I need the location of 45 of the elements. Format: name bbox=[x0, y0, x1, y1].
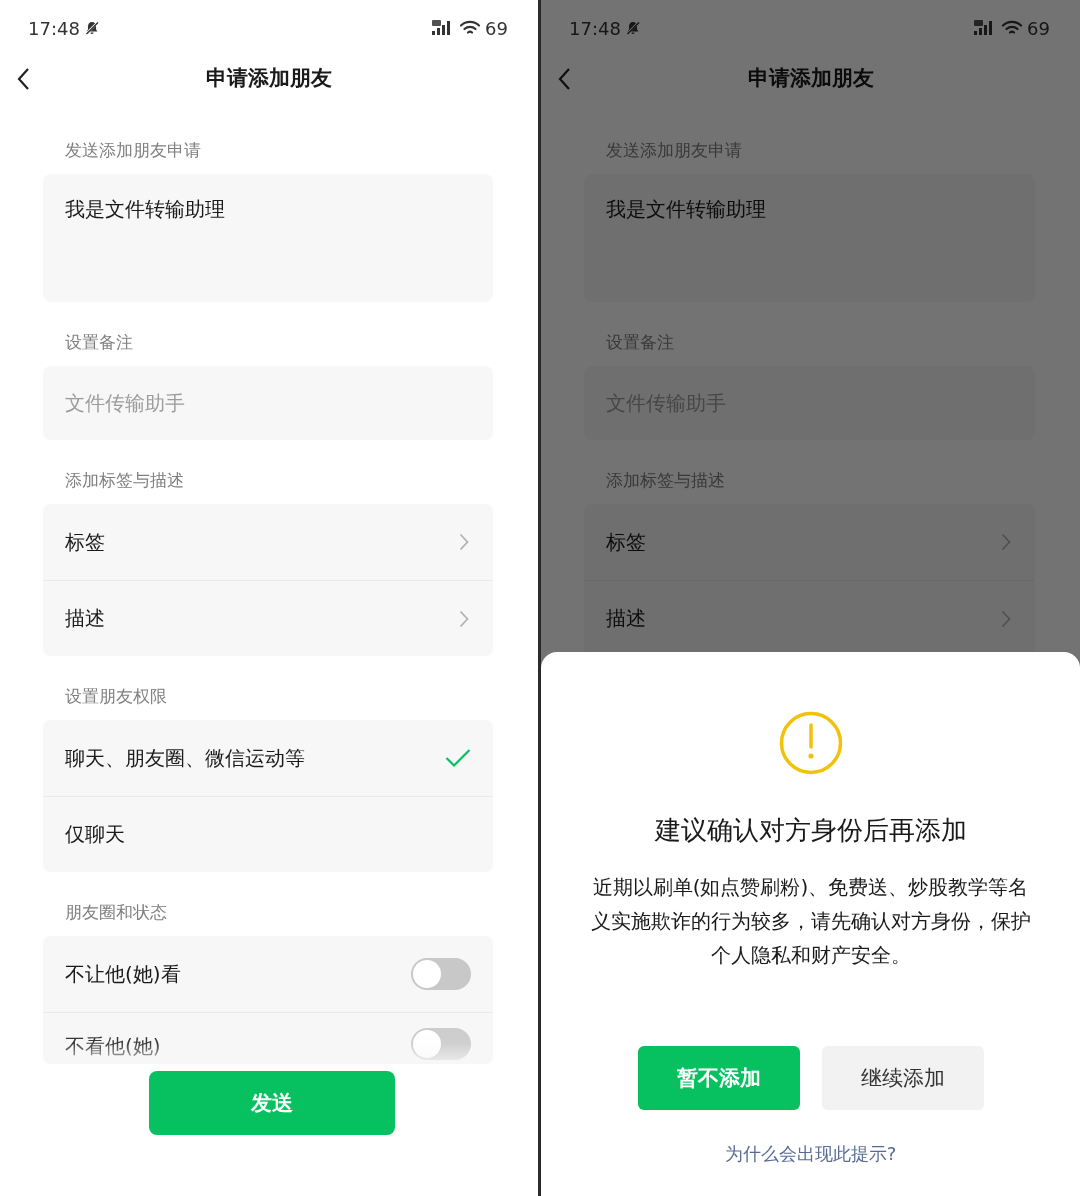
help-link[interactable]: 为什么会出现此提示? bbox=[724, 1142, 897, 1166]
section-heading: 添加标签与描述 bbox=[65, 469, 185, 492]
settings-row[interactable]: 仅聊天 bbox=[43, 796, 493, 872]
status-time: 17:48 bbox=[569, 17, 621, 39]
page-title: 申请添加朋友 bbox=[206, 65, 332, 92]
section-heading: 设置朋友权限 bbox=[65, 685, 168, 708]
row-label: 描述 bbox=[606, 605, 646, 632]
section-heading: 设置备注 bbox=[606, 331, 675, 354]
section-heading: 设置备注 bbox=[65, 331, 134, 354]
row-label: 描述 bbox=[65, 605, 105, 632]
dialog-message: 近期以刷单(如点赞刷粉)、免费送、炒股教学等名义实施欺诈的行为较多，请先确认对方身份，保护个人隐私和财产安全。 bbox=[589, 874, 1032, 969]
muted-bell-icon bbox=[83, 20, 100, 36]
settings-row[interactable]: 描述 bbox=[43, 580, 493, 656]
settings-row[interactable]: 聊天、朋友圈、微信运动等 bbox=[43, 720, 493, 796]
row-label: 标签 bbox=[65, 528, 105, 556]
toggle-switch[interactable] bbox=[411, 1028, 471, 1060]
page-title: 申请添加朋友 bbox=[747, 65, 874, 92]
row-label: 不让他(她)看 bbox=[65, 960, 181, 988]
settings-row[interactable]: 不看他(她) bbox=[43, 1012, 493, 1064]
warning-icon bbox=[778, 711, 843, 775]
muted-bell-icon bbox=[624, 20, 641, 36]
toggle-switch[interactable] bbox=[411, 958, 471, 990]
section-heading: 添加标签与描述 bbox=[606, 469, 726, 492]
settings-row[interactable]: 标签 bbox=[43, 504, 493, 580]
section-heading: 发送添加朋友申请 bbox=[65, 139, 202, 162]
chevron-icon bbox=[459, 609, 469, 628]
settings-row[interactable]: 标签 bbox=[584, 504, 1035, 580]
continue-button[interactable]: 继续添加 bbox=[821, 1046, 984, 1110]
message-field[interactable]: 我是文件转输助理 bbox=[43, 174, 493, 302]
battery-level: 69 bbox=[485, 17, 508, 39]
chevron-icon bbox=[459, 533, 469, 551]
remark-field[interactable]: 文件传输助手 bbox=[43, 366, 493, 440]
row-label: 聊天、朋友圈、微信运动等 bbox=[65, 744, 305, 772]
settings-row[interactable]: 不让他(她)看 bbox=[43, 936, 493, 1012]
status-time: 17:48 bbox=[28, 17, 80, 39]
dialog-title: 建议确认对方身份后再添加 bbox=[654, 814, 967, 847]
row-label: 仅聊天 bbox=[65, 821, 125, 848]
message-field[interactable]: 我是文件转输助理 bbox=[584, 174, 1035, 302]
row-label: 标签 bbox=[606, 528, 646, 556]
battery-level: 69 bbox=[1027, 17, 1050, 39]
row-label: 不看他(她) bbox=[65, 1033, 161, 1060]
section-heading: 发送添加朋友申请 bbox=[606, 139, 743, 162]
section-heading: 朋友圈和状态 bbox=[65, 901, 168, 924]
chevron-icon bbox=[1001, 533, 1011, 551]
chevron-icon bbox=[1001, 609, 1011, 628]
